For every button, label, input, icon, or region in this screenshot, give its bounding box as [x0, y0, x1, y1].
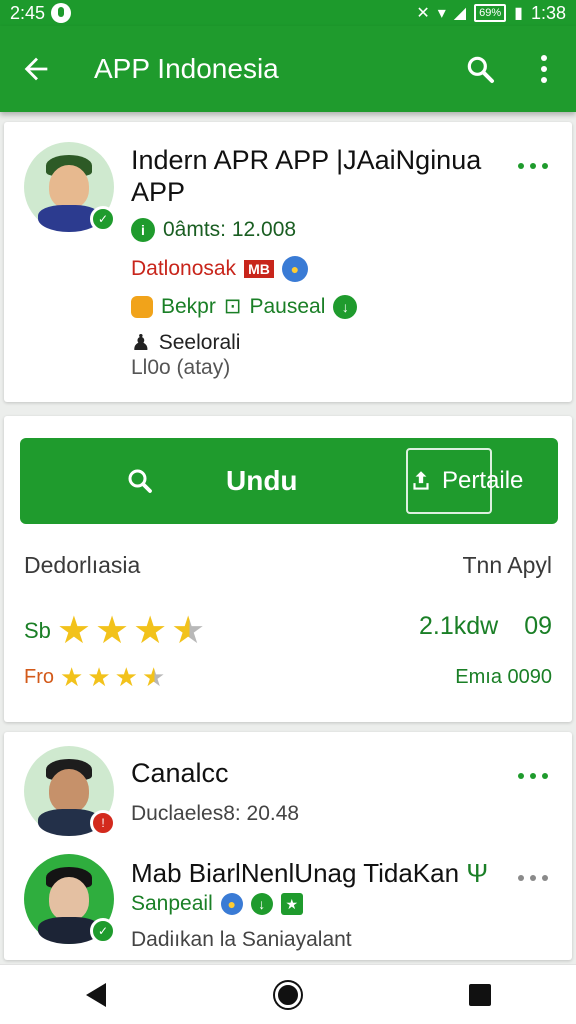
wifi-icon: ▾ [437, 5, 446, 22]
badge-row: Bekpr ⊡ Pauseal ↓ [131, 294, 358, 319]
rating-count: 2.1kdw [418, 612, 499, 640]
lock-icon [131, 295, 153, 318]
rating-row: Sb ★ ★ ★ ★ [24, 608, 205, 653]
signal-icon: ◢ [453, 5, 467, 22]
arrow-left-icon [24, 57, 48, 81]
system-nav-bar [0, 964, 576, 1024]
download-icon: ↓ [250, 893, 273, 915]
more-vert-icon [541, 55, 547, 83]
search-button[interactable] [448, 26, 512, 112]
status-bar: 2:45 ✕ ▾ ◢ 69% ▮ 1:38 [0, 0, 576, 26]
star-icon: ★ [87, 662, 111, 692]
category-sub: Ll0o (atay) [131, 356, 231, 379]
preview-button[interactable] [110, 451, 170, 511]
info-icon: i [131, 218, 155, 242]
rating-count: Emıa 0090 [455, 666, 552, 688]
verified-icon: ✓ [90, 206, 116, 232]
app-name: Indern APR APP |JAaiNginua APP [131, 145, 482, 207]
badge-text: Bekpr [161, 294, 216, 318]
back-button[interactable] [0, 26, 72, 112]
box-icon: ⊡ [223, 295, 242, 318]
back-triangle-icon [86, 982, 106, 1007]
star-half-icon: ★ [141, 662, 166, 692]
rating-value: 2.1kdw 09 [419, 612, 552, 641]
more-options-button[interactable] [518, 868, 548, 888]
actions-card: Undu Pertaile Dedorlıasia Tnn Apyl Sb ★ … [4, 416, 572, 722]
download-text: Datlonosak [131, 257, 237, 280]
battery-indicator: 69% [474, 4, 507, 22]
entry-sub: Duclaeles8: 20.48 [131, 802, 300, 825]
nav-back-button[interactable] [66, 965, 126, 1024]
star-icon: ★ [56, 610, 91, 652]
overflow-menu-button[interactable] [512, 26, 576, 112]
clock: 2:45 [10, 2, 46, 23]
rating-label: Sb [24, 617, 51, 643]
entry-sub: Sanpeail [131, 892, 213, 915]
star-rating: ★ ★ ★ ★ [57, 608, 205, 653]
entry-title: Canalcc [131, 758, 229, 788]
category-icon: ♟ [131, 330, 151, 355]
home-circle-icon [275, 981, 301, 1008]
install-button[interactable]: Undu [226, 465, 298, 497]
alert-icon: ! [90, 810, 116, 836]
mute-icon: ✕ [416, 5, 430, 22]
badge-mid-text: Pauseal [249, 294, 326, 318]
star-icon: ★ [60, 662, 84, 692]
star-half-icon: ★ [171, 610, 206, 652]
entry-sub2: Dadiıkan la Saniayalant [131, 928, 352, 951]
right-caption: Tnn Apyl [462, 552, 553, 578]
recents-square-icon [469, 983, 491, 1006]
avatar[interactable]: ✓ [24, 854, 116, 944]
star-rating: ★ ★ ★ ★ [60, 662, 165, 693]
nav-home-button[interactable] [258, 965, 318, 1024]
rating-score: 09 [524, 612, 552, 640]
trident-icon: Ψ [466, 858, 489, 888]
avatar[interactable]: ✓ [24, 142, 116, 232]
page-title: APP Indonesia [94, 53, 279, 84]
stat-row: i 0âmts: 12.008 [131, 218, 296, 242]
category-text: Seelorali [158, 331, 241, 354]
search-icon [128, 469, 152, 493]
rating-row: Fro ★ ★ ★ ★ [24, 662, 165, 693]
entry-meta-row: Sanpeail ● ↓ ★ [131, 892, 303, 916]
share-button[interactable] [406, 448, 492, 514]
app-profile-card: ✓ Indern APR APP |JAaiNginua APP i 0âmts… [4, 122, 572, 402]
rating-label: Fro [24, 666, 54, 688]
clock-right: 1:38 [530, 2, 566, 23]
more-options-button[interactable] [518, 156, 548, 176]
battery-icon: ▮ [514, 5, 523, 22]
size-tag: MB [244, 260, 274, 278]
star-icon: ★ [114, 662, 138, 692]
avatar[interactable]: ! [24, 746, 116, 836]
star-icon: ★ [133, 610, 168, 652]
star-badge-icon: ★ [280, 893, 303, 915]
app-bar: APP Indonesia [0, 26, 576, 112]
verified-icon: ✓ [90, 918, 116, 944]
download-arrow-icon: ↓ [333, 294, 358, 319]
download-row: Datlonosak MB ● [131, 256, 308, 282]
star-icon: ★ [95, 610, 130, 652]
entry-title-text: Mab BiarlNenlUnag TidaKan [131, 858, 460, 888]
nav-recents-button[interactable] [450, 965, 510, 1024]
more-options-button[interactable] [518, 766, 548, 786]
action-bar: Undu Pertaile [20, 438, 558, 524]
rating-value: Emıa 0090 [455, 666, 552, 689]
search-icon [467, 56, 494, 83]
category-row: ♟ Seelorali [131, 330, 240, 356]
left-caption: Dedorlıasia [24, 552, 141, 578]
developers-card: ! Canalcc Duclaeles8: 20.48 ✓ Mab BiarlN… [4, 732, 572, 960]
entry-title: Mab BiarlNenlUnag TidaKan Ψ [131, 858, 488, 889]
globe-icon: ● [281, 256, 308, 282]
globe-icon: ● [220, 893, 243, 915]
notification-icon [51, 3, 72, 23]
stat-text: 0âmts: 12.008 [163, 218, 297, 241]
